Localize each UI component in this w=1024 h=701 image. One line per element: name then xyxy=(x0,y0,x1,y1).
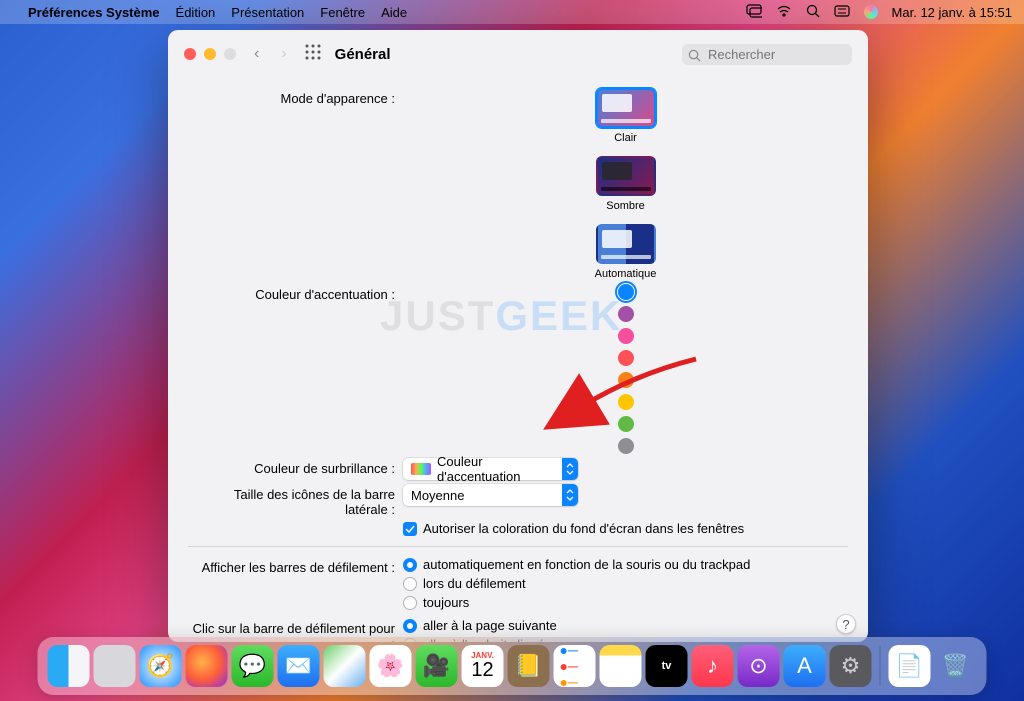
window-toolbar: ‹ › Général xyxy=(168,30,868,78)
accent-swatches xyxy=(403,284,848,454)
menu-edition[interactable]: Édition xyxy=(176,5,216,20)
highlight-label: Couleur de surbrillance : xyxy=(188,458,403,476)
dock-notes[interactable] xyxy=(600,645,642,687)
show-all-button[interactable] xyxy=(305,44,321,65)
control-icon[interactable] xyxy=(834,5,850,20)
sidebar-size-select[interactable]: Moyenne xyxy=(403,484,578,506)
scrollbars-scrolling[interactable]: lors du défilement xyxy=(403,576,848,591)
dock-finder[interactable] xyxy=(48,645,90,687)
dock-photos[interactable]: 🌸 xyxy=(370,645,412,687)
dock-separator xyxy=(880,646,881,686)
dock-safari[interactable]: 🧭 xyxy=(140,645,182,687)
accent-orange[interactable] xyxy=(618,372,634,388)
dock-podcasts[interactable]: ⊙ xyxy=(738,645,780,687)
dock-firefox[interactable] xyxy=(186,645,228,687)
menu-presentation[interactable]: Présentation xyxy=(231,5,304,20)
dock-contacts[interactable]: 📒 xyxy=(508,645,550,687)
dock-preferences[interactable]: ⚙ xyxy=(830,645,872,687)
pane-body: Mode d'apparence : Clair Sombre Automati… xyxy=(168,78,868,642)
scroll-click-page[interactable]: aller à la page suivante xyxy=(403,618,848,633)
app-name[interactable]: Préférences Système xyxy=(28,5,160,20)
accent-blue[interactable] xyxy=(618,284,634,300)
spotlight-icon[interactable] xyxy=(806,4,820,21)
window-title: Général xyxy=(335,46,391,63)
accent-label: Couleur d'accentuation : xyxy=(188,284,403,302)
minimize-button[interactable] xyxy=(204,48,216,60)
control-center-icon[interactable] xyxy=(746,4,762,21)
back-button[interactable]: ‹ xyxy=(250,45,263,63)
dock-mail[interactable]: ✉️ xyxy=(278,645,320,687)
preferences-window: ‹ › Général Mode d'apparence : Clair Som… xyxy=(168,30,868,642)
sidebar-size-label: Taille des icônes de la barre latérale : xyxy=(188,484,403,517)
accent-graphite[interactable] xyxy=(618,438,634,454)
wifi-icon[interactable] xyxy=(776,5,792,20)
search-field[interactable] xyxy=(682,44,852,65)
forward-button[interactable]: › xyxy=(277,45,290,63)
appearance-dark[interactable]: Sombre xyxy=(403,156,848,212)
appearance-auto[interactable]: Automatique xyxy=(403,224,848,280)
dock-messages[interactable]: 💬 xyxy=(232,645,274,687)
dock-maps[interactable] xyxy=(324,645,366,687)
menubar: Préférences Système Édition Présentation… xyxy=(0,0,1024,24)
highlight-select[interactable]: Couleur d'accentuation xyxy=(403,458,578,480)
dock: 🧭 💬 ✉️ 🌸 🎥 JANV.12 📒 ●─●─●─ tv ♪ ⊙ A ⚙ 📄… xyxy=(38,637,987,695)
search-input[interactable] xyxy=(682,44,852,65)
dock-calendar[interactable]: JANV.12 xyxy=(462,645,504,687)
dock-tv[interactable]: tv xyxy=(646,645,688,687)
dock-reminders[interactable]: ●─●─●─ xyxy=(554,645,596,687)
dock-launchpad[interactable] xyxy=(94,645,136,687)
scrollbars-always[interactable]: toujours xyxy=(403,595,848,610)
accent-pink[interactable] xyxy=(618,328,634,344)
traffic-lights xyxy=(184,48,236,60)
appearance-light[interactable]: Clair xyxy=(403,88,848,144)
dock-music[interactable]: ♪ xyxy=(692,645,734,687)
help-button[interactable]: ? xyxy=(836,614,856,634)
datetime[interactable]: Mar. 12 janv. à 15:51 xyxy=(892,5,1012,20)
dock-trash[interactable]: 🗑️ xyxy=(935,645,977,687)
menu-aide[interactable]: Aide xyxy=(381,5,407,20)
close-button[interactable] xyxy=(184,48,196,60)
dock-appstore[interactable]: A xyxy=(784,645,826,687)
zoom-button[interactable] xyxy=(224,48,236,60)
accent-red[interactable] xyxy=(618,350,634,366)
wallpaper-tint-checkbox[interactable]: Autoriser la coloration du fond d'écran … xyxy=(403,521,848,536)
scrollbars-auto[interactable]: automatiquement en fonction de la souris… xyxy=(403,557,848,572)
accent-yellow[interactable] xyxy=(618,394,634,410)
menu-fenetre[interactable]: Fenêtre xyxy=(320,5,365,20)
dock-facetime[interactable]: 🎥 xyxy=(416,645,458,687)
accent-green[interactable] xyxy=(618,416,634,432)
appearance-label: Mode d'apparence : xyxy=(188,88,403,106)
scrollbars-label: Afficher les barres de défilement : xyxy=(188,557,403,575)
siri-icon[interactable] xyxy=(864,5,878,19)
accent-purple[interactable] xyxy=(618,306,634,322)
dock-downloads[interactable]: 📄 xyxy=(889,645,931,687)
